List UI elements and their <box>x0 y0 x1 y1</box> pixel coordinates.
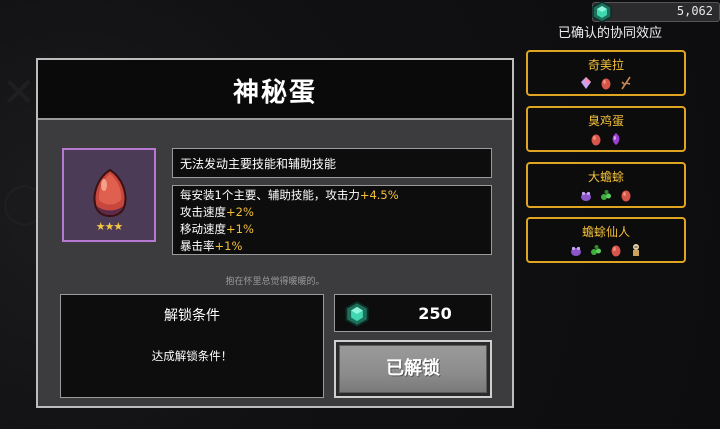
unlock-condition-box: 解锁条件 达成解锁条件！ <box>60 294 324 398</box>
unlocked-button[interactable]: 已解锁 <box>334 340 492 398</box>
sage-icon <box>633 244 639 256</box>
synergy-title: 已确认的协同效应 <box>557 26 662 41</box>
green-slime-icon <box>601 190 611 200</box>
rarity-stars: ★★★ <box>95 220 124 233</box>
stat-line: 攻击速度+2% <box>180 205 254 219</box>
synergy-name: 蟾蜍仙人 <box>581 225 630 239</box>
egg-icon <box>601 78 611 90</box>
background-decoration: ✕ <box>2 70 36 116</box>
stat-line: 每安装1个主要、辅助技能，攻击力+4.5% <box>180 188 399 202</box>
currency-value: 5,062 <box>676 4 713 18</box>
unlocked-button-label: 已解锁 <box>386 358 440 379</box>
synergy-card-toad-sage[interactable]: 蟾蜍仙人 <box>526 217 686 263</box>
branch-icon <box>621 76 631 90</box>
synergy-name: 大蟾蜍 <box>587 170 624 184</box>
item-stats-box: 每安装1个主要、辅助技能，攻击力+4.5% 攻击速度+2% 移动速度+1% 暴击… <box>172 185 492 255</box>
purple-egg-icon <box>612 133 620 145</box>
panel-header: 神秘蛋 <box>38 60 512 120</box>
unlock-description: 达成解锁条件！ <box>151 349 233 363</box>
currency-counter: 5,062 <box>592 1 720 23</box>
synergy-name: 臭鸡蛋 <box>587 114 624 128</box>
stat-line: 暴击率+1% <box>180 239 243 253</box>
gem-icon <box>344 301 370 331</box>
item-description-box: 无法发动主要技能和辅助技能 <box>172 148 492 178</box>
item-detail-panel: 神秘蛋 ★★★ 无法发动主要技能和辅助技能 每安装1个主要、辅助技能，攻击力+4… <box>36 58 514 408</box>
synergy-card-chimera[interactable]: 奇美拉 <box>526 50 686 96</box>
mystery-egg-icon <box>93 168 127 218</box>
item-description: 无法发动主要技能和辅助技能 <box>180 157 337 171</box>
stat-line: 移动速度+1% <box>180 222 254 236</box>
unlock-title: 解锁条件 <box>164 308 220 324</box>
synergy-name: 奇美拉 <box>587 58 624 72</box>
egg-icon <box>611 245 621 257</box>
egg-icon <box>621 190 631 202</box>
egg-icon <box>591 134 601 146</box>
synergy-card-big-toad[interactable]: 大蟾蜍 <box>526 162 686 208</box>
green-slime-icon <box>591 245 601 255</box>
item-slot: ★★★ <box>62 148 156 242</box>
flavor-text: 抱在怀里总觉得暖暖的。 <box>225 277 325 287</box>
cost-box: 250 <box>334 294 492 332</box>
purple-frog-icon <box>581 191 591 201</box>
cost-value: 250 <box>418 304 452 323</box>
crystal-icon <box>581 77 591 89</box>
item-title: 神秘蛋 <box>232 78 317 108</box>
purple-frog-icon <box>571 246 581 256</box>
synergy-card-rotten-egg[interactable]: 臭鸡蛋 <box>526 106 686 152</box>
